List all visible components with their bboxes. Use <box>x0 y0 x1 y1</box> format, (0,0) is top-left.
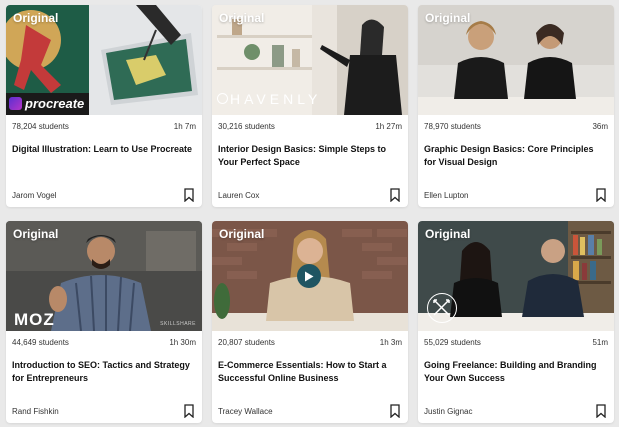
crossed-arrows-logo-icon <box>427 293 457 323</box>
original-badge: Original <box>219 11 265 25</box>
course-meta: 44,649 students 1h 30m <box>12 338 196 350</box>
course-meta: 20,807 students 1h 3m <box>218 338 402 350</box>
bookmark-icon[interactable] <box>595 404 607 418</box>
procreate-logo-text: procreate <box>25 96 85 111</box>
course-title[interactable]: Digital Illustration: Learn to Use Procr… <box>12 143 194 156</box>
course-card[interactable]: MOZ SKILLSHARE Original 44,649 students … <box>6 221 202 423</box>
havenly-logo-mark <box>217 93 228 104</box>
original-badge: Original <box>13 11 59 25</box>
course-thumbnail[interactable]: Original <box>418 221 614 331</box>
course-author[interactable]: Jarom Vogel <box>12 191 56 200</box>
course-title[interactable]: E-Commerce Essentials: How to Start a Su… <box>218 359 400 385</box>
course-card[interactable]: Original 78,970 students 36m Graphic Des… <box>418 5 614 207</box>
course-card[interactable]: Original 20,807 students 1h 3m E-Commerc… <box>212 221 408 423</box>
course-thumbnail[interactable]: procreate Original <box>6 5 202 115</box>
bookmark-icon[interactable] <box>389 404 401 418</box>
course-author[interactable]: Lauren Cox <box>218 191 259 200</box>
play-icon <box>305 271 314 281</box>
original-badge: Original <box>13 227 59 241</box>
original-badge: Original <box>425 11 471 25</box>
course-card[interactable]: procreate Original 78,204 students 1h 7m… <box>6 5 202 207</box>
course-meta: 78,970 students 36m <box>424 122 608 134</box>
moz-logo: MOZ <box>14 310 55 329</box>
course-duration: 1h 30m <box>169 338 196 347</box>
course-meta: 55,029 students 51m <box>424 338 608 350</box>
course-thumbnail[interactable]: Original <box>212 221 408 331</box>
student-count: 55,029 students <box>424 338 481 347</box>
course-title[interactable]: Going Freelance: Building and Branding Y… <box>424 359 606 385</box>
procreate-logo: procreate <box>6 93 89 115</box>
student-count: 44,649 students <box>12 338 69 347</box>
student-count: 78,970 students <box>424 122 481 131</box>
student-count: 20,807 students <box>218 338 275 347</box>
bookmark-icon[interactable] <box>183 404 195 418</box>
course-thumbnail[interactable]: HAVENLY Original <box>212 5 408 115</box>
course-duration: 1h 7m <box>173 122 196 131</box>
course-duration: 1h 27m <box>375 122 402 131</box>
course-thumbnail[interactable]: MOZ SKILLSHARE Original <box>6 221 202 331</box>
bookmark-icon[interactable] <box>183 188 195 202</box>
course-author[interactable]: Justin Gignac <box>424 407 472 416</box>
procreate-app-icon <box>9 97 22 110</box>
course-duration: 36m <box>592 122 608 131</box>
course-duration: 1h 3m <box>379 338 402 347</box>
course-title[interactable]: Introduction to SEO: Tactics and Strateg… <box>12 359 194 385</box>
original-badge: Original <box>219 227 265 241</box>
course-meta: 78,204 students 1h 7m <box>12 122 196 134</box>
course-title[interactable]: Graphic Design Basics: Core Principles f… <box>424 143 606 169</box>
student-count: 78,204 students <box>12 122 69 131</box>
course-title[interactable]: Interior Design Basics: Simple Steps to … <box>218 143 400 169</box>
course-card[interactable]: HAVENLY Original 30,216 students 1h 27m … <box>212 5 408 207</box>
course-author[interactable]: Tracey Wallace <box>218 407 273 416</box>
student-count: 30,216 students <box>218 122 275 131</box>
original-badge: Original <box>425 227 471 241</box>
course-author[interactable]: Ellen Lupton <box>424 191 468 200</box>
course-author[interactable]: Rand Fishkin <box>12 407 59 416</box>
play-button[interactable] <box>297 264 321 288</box>
course-duration: 51m <box>592 338 608 347</box>
course-thumbnail[interactable]: Original <box>418 5 614 115</box>
bookmark-icon[interactable] <box>389 188 401 202</box>
course-meta: 30,216 students 1h 27m <box>218 122 402 134</box>
course-card[interactable]: Original 55,029 students 51m Going Freel… <box>418 221 614 423</box>
skillshare-watermark: SKILLSHARE <box>160 321 196 327</box>
havenly-logo: HAVENLY <box>230 91 322 107</box>
bookmark-icon[interactable] <box>595 188 607 202</box>
